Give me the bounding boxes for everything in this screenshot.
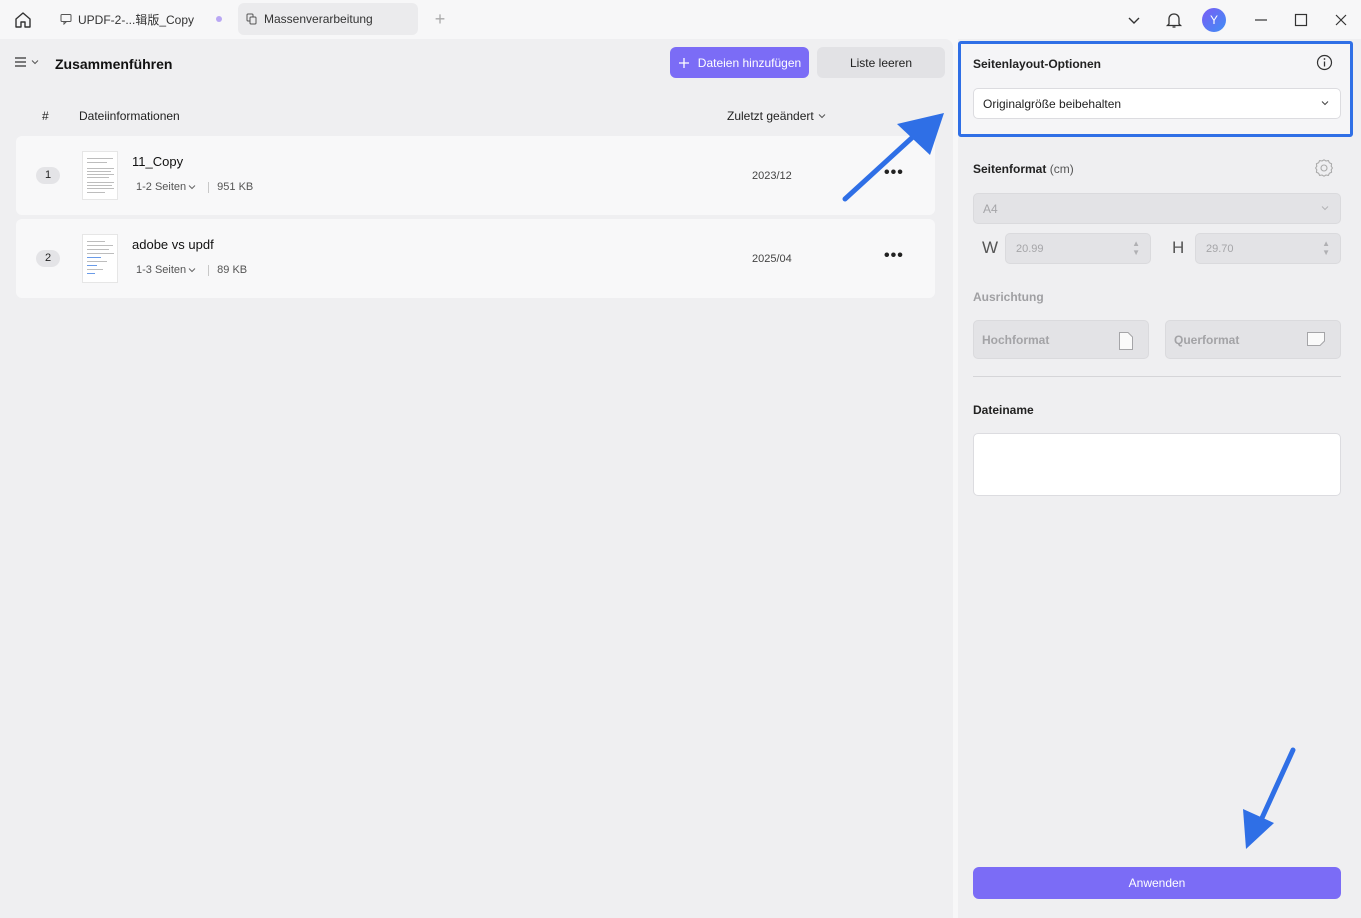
filename-input[interactable] [973,433,1341,496]
file-meta: 1-3 Seiten 89 KB [136,264,247,276]
page-format-settings-button[interactable] [1314,158,1334,181]
stepper-arrows-icon: ▲ ▼ [1322,239,1330,257]
file-date: 2025/04 [752,253,792,265]
layout-options-label: Seitenlayout-Optionen [973,57,1102,71]
page-format-select[interactable]: A4 [973,193,1341,224]
file-size: 951 KB [217,181,254,193]
portrait-page-icon [1119,332,1133,350]
title-bar: UPDF-2-...辑版_Copy Massenverarbeitung + Y [0,0,1361,39]
merge-main-area: Zusammenführen Dateien hinzufügen Liste … [0,39,953,918]
tab-document[interactable]: UPDF-2-...辑版_Copy [52,3,232,35]
sort-last-modified[interactable]: Zuletzt geändert [727,109,826,123]
maximize-button[interactable] [1289,8,1313,32]
home-icon [15,12,31,28]
filename-label: Dateiname [973,403,1034,417]
page-format-unit: (cm) [1049,162,1074,176]
clear-list-button[interactable]: Liste leeren [817,47,945,78]
column-header-last-modified: Zuletzt geändert [727,109,814,123]
tab-list-button[interactable] [1122,8,1146,32]
file-name: adobe vs updf [132,237,214,252]
menu-button[interactable] [14,56,39,68]
height-input[interactable]: 29.70 ▲ ▼ [1195,233,1341,264]
row-number: 1 [36,167,60,184]
height-label: H [1172,238,1185,257]
file-meta: 1-2 Seiten 951 KB [136,181,253,193]
info-button[interactable] [1316,54,1333,74]
add-files-label: Dateien hinzufügen [697,55,802,70]
divider [208,181,210,193]
height-value: 29.70 [1206,242,1234,255]
batch-icon [246,13,258,25]
landscape-label: Querformat [1174,332,1240,347]
file-thumbnail [82,151,118,200]
more-options-button[interactable]: ••• [884,247,904,265]
row-number: 2 [36,250,60,267]
page-range-dropdown[interactable]: 1-3 Seiten [136,264,196,276]
info-icon [1316,54,1333,71]
apply-button[interactable]: Anwenden [973,867,1341,899]
page-range: 1-3 Seiten [136,264,187,276]
file-name: 11_Copy [132,154,184,169]
column-header-number: # [42,109,49,123]
divider [208,264,210,276]
comment-icon [60,13,72,25]
add-files-button[interactable]: Dateien hinzufügen [670,47,809,78]
tab-label: UPDF-2-...辑版_Copy [78,12,195,27]
file-row[interactable]: 1 11_Copy 1-2 Seiten 951 KB 2023/12 ••• [16,136,935,215]
layout-option-value: Originalgröße beibehalten [983,96,1122,111]
close-icon [1335,14,1347,26]
settings-panel: Seitenlayout-Optionen Originalgröße beib… [958,39,1361,918]
orientation-label: Ausrichtung [973,290,1044,304]
tab-label: Massenverarbeitung [264,12,373,26]
column-header-file-info: Dateiinformationen [79,109,180,123]
notifications-button[interactable] [1162,8,1186,32]
tab-batch-processing[interactable]: Massenverarbeitung [238,3,418,35]
plus-icon [678,57,689,68]
chevron-down-icon [188,268,196,273]
portrait-button[interactable]: Hochformat [973,320,1149,359]
minimize-button[interactable] [1249,8,1273,32]
user-avatar[interactable]: Y [1202,8,1226,32]
unsaved-dot [216,16,222,22]
file-date: 2023/12 [752,170,792,182]
bell-icon [1165,13,1183,28]
page-title: Zusammenführen [55,56,173,72]
chevron-down-icon [1321,101,1329,106]
chevron-down-icon [31,60,39,65]
section-divider [973,376,1341,377]
width-label: W [982,238,999,257]
width-input[interactable]: 20.99 ▲ ▼ [1005,233,1151,264]
file-thumbnail [82,234,118,283]
portrait-label: Hochformat [982,332,1050,347]
maximize-icon [1294,13,1308,27]
page-range: 1-2 Seiten [136,181,187,193]
stepper-arrows-icon: ▲ ▼ [1132,239,1140,257]
gear-icon [1315,159,1333,177]
page-range-dropdown[interactable]: 1-2 Seiten [136,181,196,193]
chevron-down-icon [1321,206,1329,211]
file-size: 89 KB [217,264,248,276]
page-format-label: Seitenformat (cm) [973,162,1074,176]
landscape-button[interactable]: Querformat [1165,320,1341,359]
chevron-down-icon [1128,17,1140,24]
hamburger-icon [15,57,26,67]
width-value: 20.99 [1016,242,1044,255]
add-tab-button[interactable]: + [430,9,450,29]
landscape-page-icon [1307,332,1325,346]
layout-option-select[interactable]: Originalgröße beibehalten [973,88,1341,119]
file-row[interactable]: 2 adobe vs updf 1-3 Seiten 89 KB 2025/04… [16,219,935,298]
chevron-down-icon [188,185,196,190]
chevron-down-icon [818,114,826,119]
more-options-button[interactable]: ••• [884,164,904,182]
minimize-icon [1255,19,1267,21]
page-format-value: A4 [983,201,998,216]
home-button[interactable] [10,7,36,33]
page-format-text: Seitenformat [973,162,1047,176]
close-button[interactable] [1329,8,1353,32]
